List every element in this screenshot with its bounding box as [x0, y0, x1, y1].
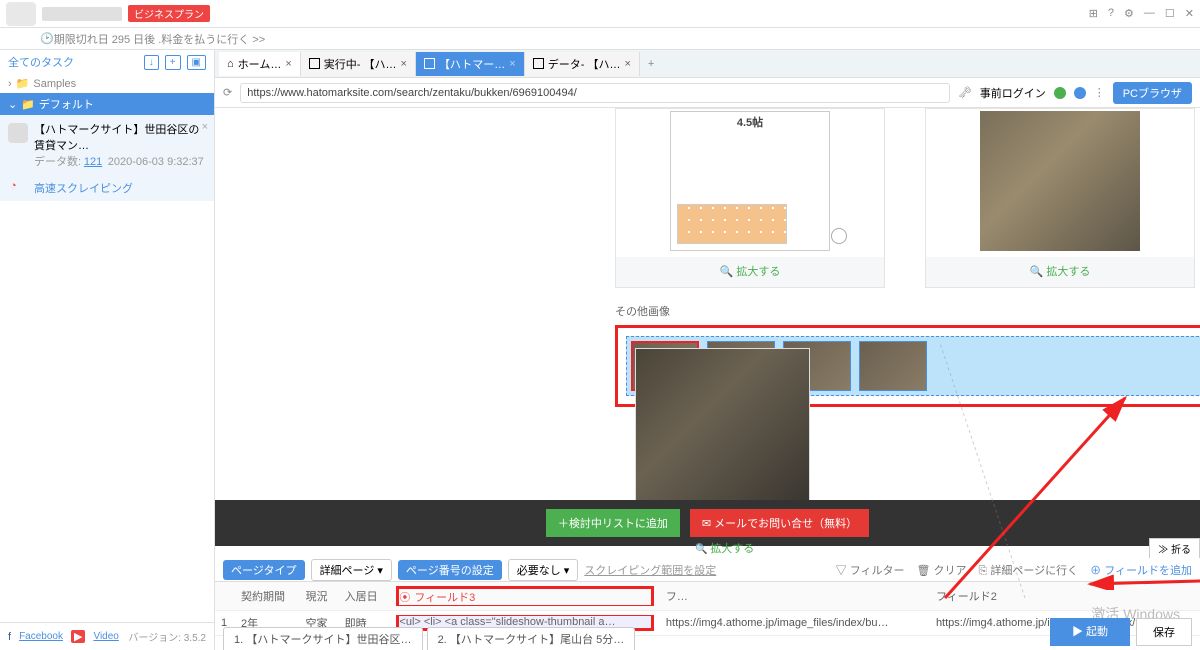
workflow-tab-2[interactable]: 2. 【ハトマークサイト】尾山台 5分… [427, 627, 636, 650]
lock-icon: 🗝 [958, 86, 972, 99]
document-icon [424, 58, 435, 69]
menu-icon[interactable]: ⋮ [1094, 86, 1105, 99]
add-to-list-button[interactable]: ＋検討中リストに追加 [546, 509, 680, 537]
maximize-icon[interactable]: ☐ [1165, 7, 1175, 20]
other-images-title: その他画像 [615, 303, 1200, 319]
enlarge-link-bottom[interactable]: 🔍 拡大する [695, 540, 754, 556]
task-meta: データ数: 121 2020-06-03 9:32:37 [34, 153, 206, 169]
fold-button[interactable]: ≫ 折る [1149, 538, 1200, 559]
page-type-select[interactable]: 詳細ページ ▾ [311, 559, 392, 581]
add-field-button[interactable]: ⊕ フィールドを追加 [1090, 562, 1192, 578]
floorplan-label: 4.5帖 [737, 114, 763, 130]
thumbnail-image[interactable] [859, 341, 927, 391]
status-green-icon [1054, 87, 1066, 99]
refresh-icon[interactable]: ⟳ [223, 86, 232, 99]
browser-viewport: 4.5帖 🔍拡大する 🔍拡大する その他画像 [215, 108, 1200, 650]
settings-icon[interactable]: ⚙ [1124, 7, 1134, 20]
compass-icon [831, 228, 847, 244]
col-status[interactable]: 現況 [299, 582, 338, 611]
fast-scraping-link[interactable]: ◔ 高速スクレイピング [0, 175, 214, 201]
prelogin-label[interactable]: 事前ログイン [980, 85, 1046, 101]
workflow-tab-1[interactable]: 1. 【ハトマークサイト】世田谷区… [223, 627, 423, 650]
save-button[interactable]: 保存 [1136, 618, 1192, 646]
col-contract[interactable]: 契約期間 [235, 582, 299, 611]
all-tasks-label[interactable]: 全てのタスク [8, 54, 74, 70]
address-input[interactable]: https://www.hatomarksite.com/search/zent… [240, 83, 950, 103]
expiry-text[interactable]: 期限切れ日 295 日後 .料金を払うに行く >> [54, 31, 265, 47]
document-icon [309, 58, 320, 69]
status-blue-icon [1074, 87, 1086, 99]
zoom-icon: 🔍 [720, 265, 734, 278]
sidebar-item-samples[interactable]: ›📁Samples [0, 74, 214, 93]
version-label: バージョン: 3.5.2 [128, 629, 206, 644]
sidebar: 全てのタスク ↓ + ▣ ›📁Samples ⌄📁デフォルト 【ハトマークサイト… [0, 50, 215, 650]
tab-home[interactable]: ⌂ホーム…× [219, 52, 301, 76]
dashboard-icon-small: ◔ [10, 180, 17, 192]
task-card[interactable]: 【ハトマークサイト】世田谷区の賃貸マン… データ数: 121 2020-06-0… [0, 115, 214, 175]
sidebar-item-default[interactable]: ⌄📁デフォルト [0, 93, 214, 115]
page-num-select[interactable]: 必要なし ▾ [508, 559, 579, 581]
page-type-button[interactable]: ページタイプ [223, 560, 305, 580]
folder-icon[interactable]: ▣ [187, 55, 206, 70]
filter-button[interactable]: ▽ フィルター [836, 562, 905, 578]
tab-close-icon[interactable]: × [624, 58, 630, 70]
pc-browser-button[interactable]: PCブラウザ [1113, 82, 1192, 104]
enlarge-link[interactable]: 🔍拡大する [616, 257, 884, 285]
new-tab-button[interactable]: + [640, 54, 662, 74]
target-icon: ⦿ [399, 589, 410, 605]
app-title-mask [42, 7, 122, 21]
large-photo [635, 348, 810, 503]
tab-hatomark[interactable]: 【ハトマー…× [416, 52, 525, 76]
scrape-area-link[interactable]: スクレイピング範囲を設定 [584, 562, 716, 578]
minimize-icon[interactable]: — [1144, 7, 1155, 20]
task-title: 【ハトマークサイト】世田谷区の賃貸マン… [34, 121, 206, 153]
dashboard-icon[interactable]: ⊞ [1089, 7, 1098, 20]
enlarge-link[interactable]: 🔍拡大する [926, 257, 1194, 285]
floorplan-panel: 4.5帖 🔍拡大する [615, 108, 885, 288]
tab-running[interactable]: 実行中- 【ハ…× [301, 52, 416, 76]
help-icon[interactable]: ? [1108, 7, 1114, 20]
task-close-icon[interactable]: × [202, 121, 208, 133]
mail-inquiry-button[interactable]: ✉ メールでお問い合せ（無料） [690, 509, 869, 537]
tab-close-icon[interactable]: × [509, 58, 515, 70]
close-icon[interactable]: ✕ [1185, 7, 1194, 20]
col-movein[interactable]: 入居日 [339, 582, 391, 611]
tab-bar: ⌂ホーム…× 実行中- 【ハ…× 【ハトマー…× データ- 【ハ…× + [215, 50, 1200, 78]
page-num-button[interactable]: ページ番号の設定 [398, 560, 502, 580]
robot-icon [8, 123, 28, 143]
floorplan-image: 4.5帖 [670, 111, 830, 251]
clear-button[interactable]: 🗑 クリア [916, 562, 966, 578]
clock-icon: 🕑 [40, 32, 54, 45]
main-area: ⌂ホーム…× 実行中- 【ハ…× 【ハトマー…× データ- 【ハ…× + ⟳ h… [215, 50, 1200, 650]
tab-close-icon[interactable]: × [285, 58, 291, 70]
facebook-link[interactable]: Facebook [19, 631, 63, 642]
document-icon [533, 58, 544, 69]
tab-data[interactable]: データ- 【ハ…× [525, 52, 640, 76]
import-icon[interactable]: + [165, 55, 181, 70]
property-photo [980, 111, 1140, 251]
app-logo [6, 2, 36, 26]
window-controls: ⊞ ? ⚙ — ☐ ✕ [1089, 7, 1194, 20]
new-task-icon[interactable]: ↓ [144, 55, 159, 70]
config-toolbar: ページタイプ 詳細ページ ▾ ページ番号の設定 必要なし ▾ スクレイピング範囲… [215, 558, 1200, 582]
goto-detail-button[interactable]: ⎘ 詳細ページに行く [979, 562, 1079, 578]
photo-panel: 🔍拡大する [925, 108, 1195, 288]
col-field3[interactable]: ⦿フィールド3 [390, 582, 660, 611]
zoom-icon: 🔍 [1030, 265, 1044, 278]
col-trunc[interactable]: フ… [660, 582, 930, 611]
tab-close-icon[interactable]: × [401, 58, 407, 70]
video-link[interactable]: Video [93, 631, 118, 642]
plan-badge: ビジネスプラン [128, 5, 210, 22]
run-button[interactable]: ▶ 起動 [1050, 618, 1130, 646]
